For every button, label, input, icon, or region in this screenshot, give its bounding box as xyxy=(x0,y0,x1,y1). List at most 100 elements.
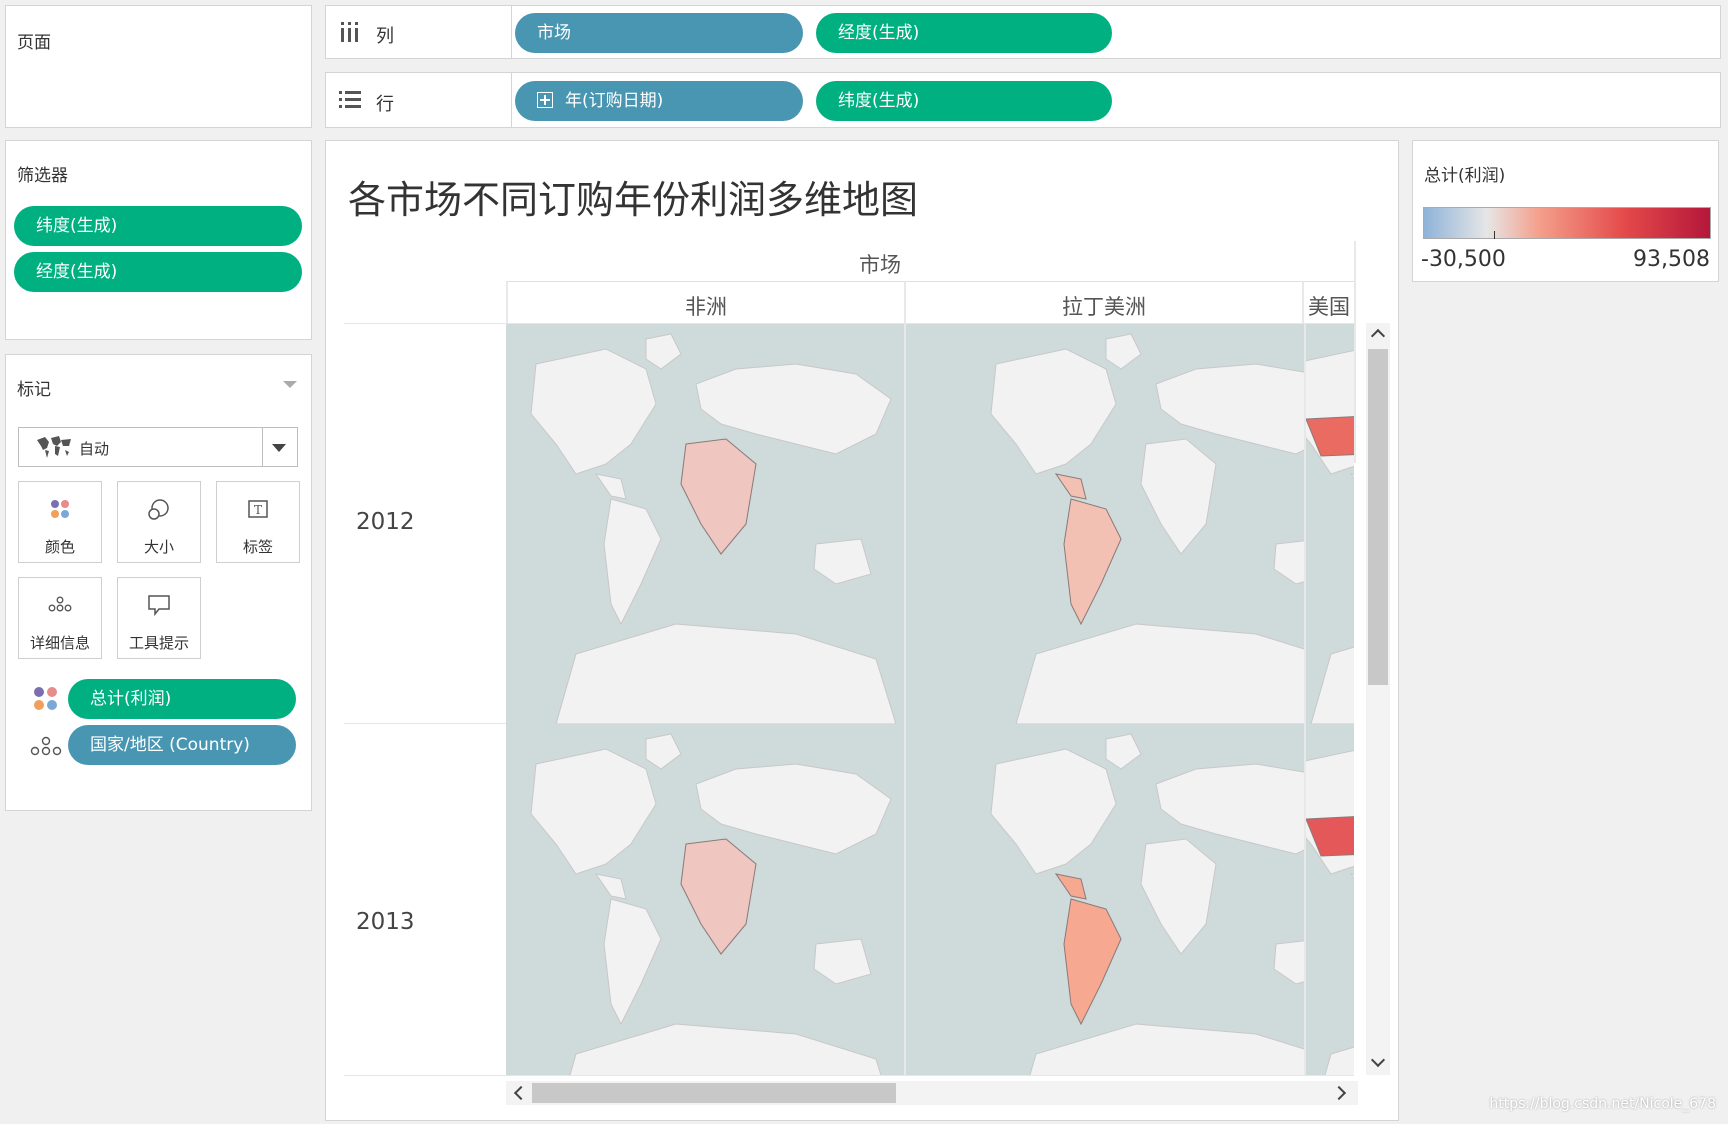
landmass xyxy=(1105,333,1142,370)
marks-pill-profit[interactable]: 总计(利润) xyxy=(68,679,296,719)
year-label-2012: 2012 xyxy=(356,509,415,535)
pages-title: 页面 xyxy=(17,33,51,53)
market-header-africa[interactable]: 非洲 xyxy=(508,291,904,321)
detail-card[interactable]: 详细信息 xyxy=(18,577,102,659)
landmass xyxy=(1273,540,1306,585)
landmass xyxy=(569,1023,882,1075)
landmass xyxy=(1310,646,1354,724)
landmass xyxy=(990,348,1117,475)
pages-panel[interactable]: 页面 xyxy=(5,5,312,128)
landmass xyxy=(555,623,897,724)
landmass xyxy=(990,748,1117,875)
market-region[interactable] xyxy=(1306,816,1354,857)
detail-dots-icon xyxy=(48,596,72,612)
landmass xyxy=(530,748,657,875)
filters-title: 筛选器 xyxy=(17,166,68,186)
market-column-header: 市场 xyxy=(859,253,901,277)
market-header-latam[interactable]: 拉丁美洲 xyxy=(906,291,1302,321)
landmass xyxy=(594,873,627,900)
rows-pill-year[interactable]: 年(订购日期) xyxy=(515,81,803,121)
map-africa-2012[interactable] xyxy=(506,324,906,724)
world-map xyxy=(530,733,892,1075)
legend-gradient-bar xyxy=(1423,207,1711,239)
market-header-us[interactable]: 美国 xyxy=(1304,291,1354,321)
vertical-scroll-thumb[interactable] xyxy=(1368,349,1388,685)
color-card[interactable]: 颜色 xyxy=(18,481,102,563)
scroll-left-icon[interactable] xyxy=(513,1085,529,1101)
scroll-up-icon[interactable] xyxy=(1370,328,1386,344)
scroll-right-icon[interactable] xyxy=(1331,1085,1347,1101)
market-region[interactable] xyxy=(680,438,757,555)
world-map xyxy=(1306,749,1354,1075)
filter-pill-latitude[interactable]: 纬度(生成) xyxy=(14,206,302,246)
tooltip-card[interactable]: 工具提示 xyxy=(117,577,201,659)
vertical-scrollbar[interactable] xyxy=(1366,323,1390,1075)
columns-pill-market[interactable]: 市场 xyxy=(515,13,803,53)
landmass xyxy=(645,333,682,370)
row-divider xyxy=(344,1075,1354,1076)
scroll-down-icon[interactable] xyxy=(1370,1052,1386,1068)
map-us-2013[interactable] xyxy=(1306,724,1354,1075)
landmass xyxy=(603,498,662,626)
filter-pill-longitude[interactable]: 经度(生成) xyxy=(14,252,302,292)
rows-shelf[interactable]: 行 年(订购日期) 纬度(生成) xyxy=(325,72,1721,128)
horizontal-scroll-thumb[interactable] xyxy=(532,1083,896,1103)
color-legend[interactable]: 总计(利润) -30,500 93,508 xyxy=(1412,140,1719,282)
landmass xyxy=(813,938,872,985)
map-africa-2013[interactable] xyxy=(506,724,906,1075)
landmass xyxy=(530,348,657,475)
landmass xyxy=(603,898,662,1026)
market-region[interactable] xyxy=(680,838,757,955)
landmass xyxy=(813,538,872,585)
legend-max-value: 93,508 xyxy=(1633,247,1710,272)
rows-pill-year-label: 年(订购日期) xyxy=(565,91,664,111)
marks-panel[interactable]: 标记 自动 颜色 大小 T 标签 详细信息 工具提示 总计(利润) 国家/地区 … xyxy=(5,354,312,811)
shelf-divider xyxy=(511,73,512,127)
map-mark-icon xyxy=(37,436,71,458)
horizontal-scrollbar[interactable] xyxy=(506,1081,1358,1105)
view-title: 各市场不同订购年份利润多维地图 xyxy=(348,178,919,222)
rows-icon xyxy=(339,91,361,108)
landmass xyxy=(1349,473,1354,480)
landmass xyxy=(1324,1046,1354,1075)
marks-pill-country[interactable]: 国家/地区 (Country) xyxy=(68,725,296,765)
map-latam-2013[interactable] xyxy=(906,724,1306,1075)
world-map xyxy=(1306,349,1354,724)
label-text-icon: T xyxy=(248,500,268,518)
size-card[interactable]: 大小 xyxy=(117,481,201,563)
detail-encoding-icon xyxy=(30,736,62,756)
marks-title: 标记 xyxy=(17,380,51,400)
legend-min-value: -30,500 xyxy=(1421,247,1506,272)
size-card-label: 大小 xyxy=(143,538,174,556)
landmass xyxy=(645,733,682,770)
map-latam-2012[interactable] xyxy=(906,324,1306,724)
market-region[interactable] xyxy=(1306,416,1354,457)
market-region[interactable] xyxy=(1054,873,1122,1026)
view-panel[interactable]: 各市场不同订购年份利润多维地图 市场 非洲 拉丁美洲 美国 2012 2013 xyxy=(325,140,1399,1121)
landmass xyxy=(1029,1023,1306,1075)
columns-label: 列 xyxy=(376,26,394,47)
columns-shelf[interactable]: 列 市场 经度(生成) xyxy=(325,5,1721,59)
label-card-label: 标签 xyxy=(242,538,273,556)
landmass xyxy=(1105,733,1142,770)
world-map xyxy=(990,733,1306,1075)
legend-zero-tick xyxy=(1494,231,1495,239)
market-region[interactable] xyxy=(1054,473,1122,626)
filters-panel[interactable]: 筛选器 纬度(生成) 经度(生成) xyxy=(5,140,312,340)
map-us-2012[interactable] xyxy=(1306,324,1354,724)
rows-pill-latitude[interactable]: 纬度(生成) xyxy=(816,81,1112,121)
label-card[interactable]: T 标签 xyxy=(216,481,300,563)
tooltip-bubble-icon xyxy=(148,595,170,616)
columns-pill-longitude[interactable]: 经度(生成) xyxy=(816,13,1112,53)
color-dots-icon xyxy=(51,500,69,518)
mark-type-dropdown[interactable]: 自动 xyxy=(18,427,298,467)
rows-label: 行 xyxy=(376,94,394,115)
landmass xyxy=(594,473,627,500)
marks-panel-collapse-icon[interactable] xyxy=(283,381,297,388)
landmass xyxy=(1140,838,1217,955)
landmass xyxy=(1140,438,1217,555)
dropdown-arrow-icon xyxy=(272,444,286,452)
size-circles-icon xyxy=(148,499,169,520)
expand-plus-icon[interactable] xyxy=(537,92,553,108)
svg-text:T: T xyxy=(254,503,262,517)
